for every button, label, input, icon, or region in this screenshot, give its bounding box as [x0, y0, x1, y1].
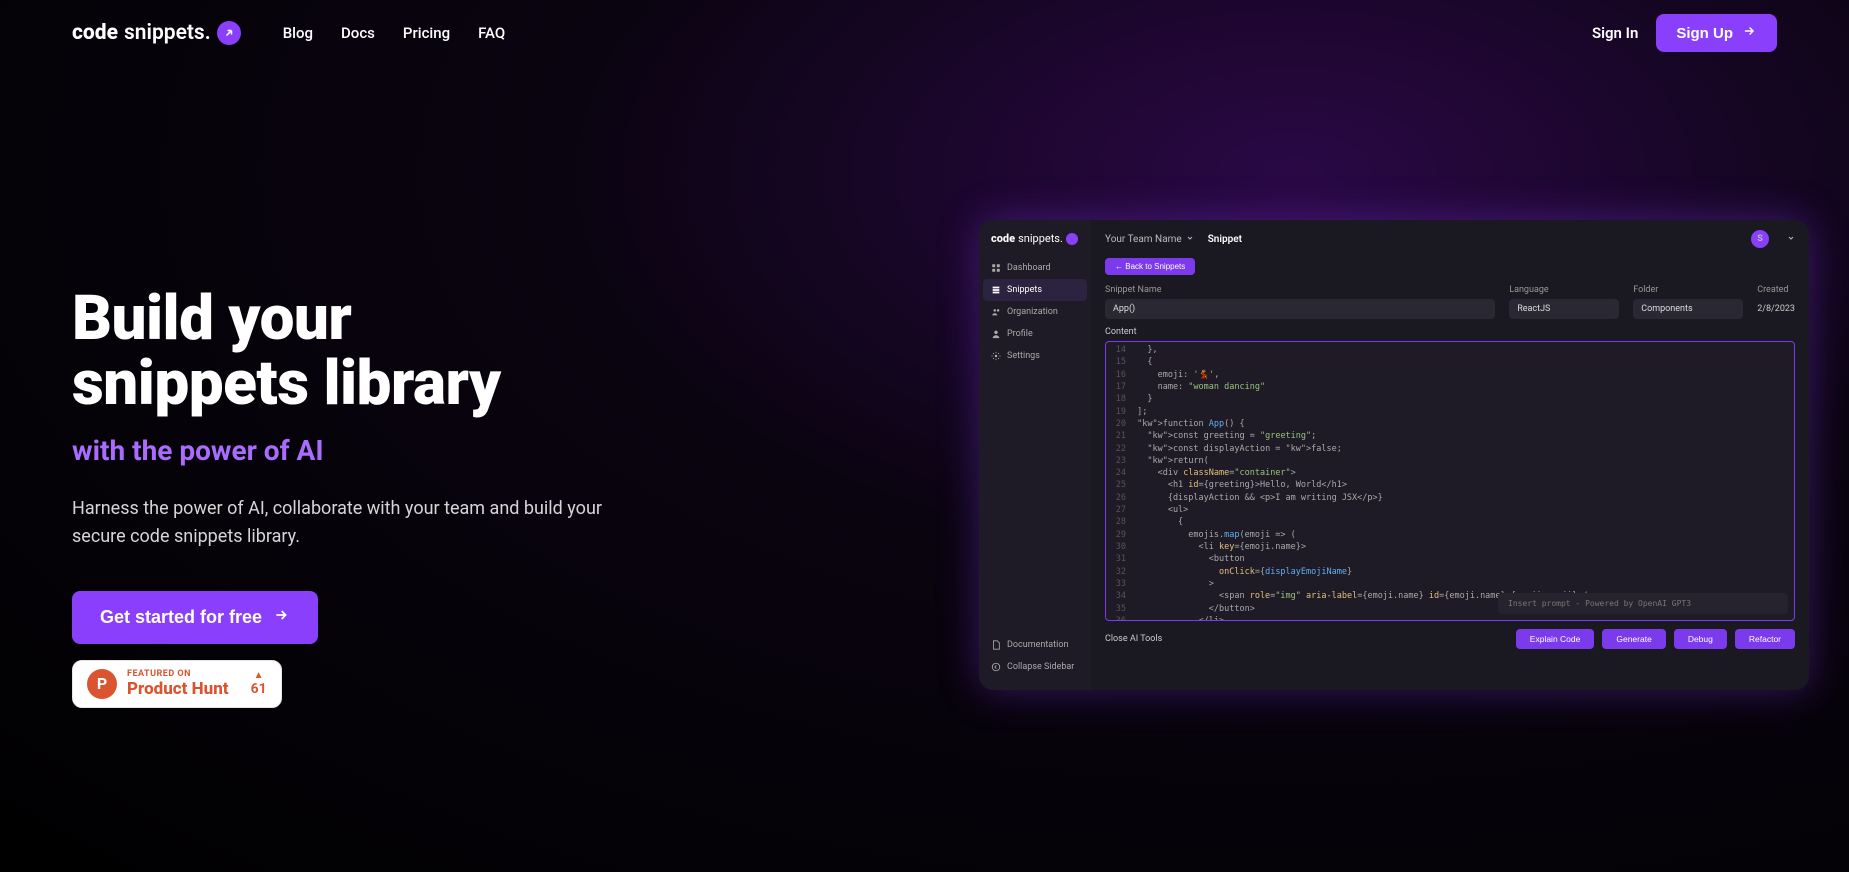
content-label: Content: [1091, 327, 1809, 341]
field-label: Snippet Name: [1105, 285, 1495, 295]
avatar[interactable]: S: [1751, 230, 1769, 248]
cta-label: Get started for free: [100, 607, 262, 628]
gear-icon: [991, 351, 1001, 361]
nav-link-docs[interactable]: Docs: [341, 24, 375, 42]
sidebar-item-organization[interactable]: Organization: [979, 301, 1091, 323]
top-nav: codesnippets. Blog Docs Pricing FAQ Sign…: [0, 0, 1849, 66]
logo-text: snippets.: [124, 21, 211, 45]
hero-title: Build your snippets library: [72, 286, 642, 416]
field-label: Folder: [1633, 285, 1743, 295]
field-folder: Folder Components: [1633, 285, 1743, 319]
field-label: Language: [1509, 285, 1619, 295]
team-dropdown[interactable]: Your Team Name: [1105, 234, 1194, 245]
field-language: Language ReactJS: [1509, 285, 1619, 319]
app-logo-light: snippets.: [1018, 232, 1063, 245]
doc-icon: [991, 640, 1001, 650]
breadcrumb-current: Snippet: [1208, 234, 1242, 245]
snippets-icon: [991, 285, 1001, 295]
nav-link-faq[interactable]: FAQ: [478, 24, 505, 42]
product-hunt-badge[interactable]: P FEATURED ON Product Hunt ▲ 61: [72, 660, 282, 708]
sidebar-item-documentation[interactable]: Documentation: [979, 634, 1091, 656]
back-label: Back to Snippets: [1125, 262, 1185, 271]
ph-vote-count: 61: [251, 681, 267, 697]
created-value: 2/8/2023: [1757, 299, 1795, 314]
signup-label: Sign Up: [1676, 25, 1733, 42]
ph-text: FEATURED ON Product Hunt: [127, 670, 229, 699]
close-ai-tools[interactable]: Close AI Tools: [1105, 634, 1162, 644]
language-select[interactable]: ReactJS: [1509, 299, 1619, 319]
app-preview: codesnippets. Dashboard Snippets Organiz…: [979, 220, 1809, 690]
arrow-right-icon: [1741, 24, 1757, 42]
sidebar-label: Documentation: [1007, 640, 1068, 650]
hero-description: Harness the power of AI, collaborate wit…: [72, 495, 612, 551]
profile-icon: [991, 329, 1001, 339]
logo[interactable]: codesnippets.: [72, 21, 241, 45]
chevron-down-icon: [1186, 234, 1194, 245]
back-row: ← Back to Snippets: [1105, 258, 1795, 275]
sidebar-item-snippets[interactable]: Snippets: [983, 279, 1087, 301]
hero-left: Build your snippets library with the pow…: [72, 126, 642, 708]
sidebar-label: Snippets: [1007, 285, 1042, 295]
logo-badge-icon: [217, 21, 241, 45]
app-sidebar: codesnippets. Dashboard Snippets Organiz…: [979, 220, 1091, 690]
nav-left: codesnippets. Blog Docs Pricing FAQ: [72, 21, 505, 45]
collapse-icon: [991, 662, 1001, 672]
snippet-fields: Snippet Name App() Language ReactJS Fold…: [1091, 281, 1809, 327]
app-main: Your Team Name Snippet S ← Back to Snipp…: [1091, 220, 1809, 690]
ai-generate-button[interactable]: Generate: [1602, 629, 1665, 649]
field-snippet-name: Snippet Name App(): [1105, 285, 1495, 319]
sidebar-item-collapse[interactable]: Collapse Sidebar: [979, 656, 1091, 678]
sidebar-label: Organization: [1007, 307, 1058, 317]
app-logo-bold: code: [991, 232, 1015, 245]
arrow-left-icon: ←: [1115, 262, 1123, 271]
field-created: Created 2/8/2023: [1757, 285, 1795, 319]
sidebar-label: Dashboard: [1007, 263, 1051, 273]
org-icon: [991, 307, 1001, 317]
ai-refactor-button[interactable]: Refactor: [1735, 629, 1795, 649]
hero-title-l2: snippets library: [72, 347, 501, 420]
hero-title-l1: Build your: [72, 282, 351, 355]
nav-right: Sign In Sign Up: [1592, 14, 1777, 52]
cta-button[interactable]: Get started for free: [72, 591, 318, 644]
hero-subtitle: with the power of AI: [72, 434, 642, 467]
nav-links: Blog Docs Pricing FAQ: [283, 24, 506, 42]
code-editor[interactable]: 14 15 16 17 18 19 20 21 22 23 24 25 26 2…: [1105, 341, 1795, 621]
nav-link-pricing[interactable]: Pricing: [403, 24, 450, 42]
sidebar-label: Collapse Sidebar: [1007, 662, 1074, 672]
field-label: Created: [1757, 285, 1795, 295]
triangle-up-icon: ▲: [254, 670, 264, 681]
ai-debug-button[interactable]: Debug: [1674, 629, 1727, 649]
sidebar-bottom: Documentation Collapse Sidebar: [979, 634, 1091, 678]
app-logo-badge-icon: [1066, 233, 1078, 245]
back-button[interactable]: ← Back to Snippets: [1105, 258, 1195, 275]
ai-toolbar: Close AI Tools Explain Code Generate Deb…: [1091, 621, 1809, 657]
sidebar-label: Profile: [1007, 329, 1033, 339]
app-topbar: Your Team Name Snippet S: [1091, 220, 1809, 258]
team-name: Your Team Name: [1105, 234, 1182, 245]
nav-link-blog[interactable]: Blog: [283, 24, 313, 42]
chevron-down-icon[interactable]: [1787, 234, 1795, 245]
editor-gutter: 14 15 16 17 18 19 20 21 22 23 24 25 26 2…: [1106, 342, 1132, 620]
editor-code[interactable]: }, { emoji: '💃', name: "woman dancing" }…: [1132, 342, 1794, 620]
ai-explain-button[interactable]: Explain Code: [1516, 629, 1595, 649]
folder-select[interactable]: Components: [1633, 299, 1743, 319]
signup-button[interactable]: Sign Up: [1656, 14, 1777, 52]
arrow-right-icon: [272, 607, 290, 628]
grid-icon: [991, 263, 1001, 273]
sidebar-item-settings[interactable]: Settings: [979, 345, 1091, 367]
logo-text-bold: code: [72, 21, 118, 45]
ai-prompt-input[interactable]: Insert prompt - Powered by OpenAI GPT3: [1498, 593, 1788, 614]
ph-votes: ▲ 61: [251, 670, 267, 697]
sidebar-item-dashboard[interactable]: Dashboard: [979, 257, 1091, 279]
signin-link[interactable]: Sign In: [1592, 24, 1638, 42]
sidebar-item-profile[interactable]: Profile: [979, 323, 1091, 345]
product-hunt-icon: P: [87, 669, 117, 699]
snippet-name-input[interactable]: App(): [1105, 299, 1495, 319]
sidebar-label: Settings: [1007, 351, 1040, 361]
app-logo[interactable]: codesnippets.: [979, 232, 1091, 257]
ph-name: Product Hunt: [127, 680, 229, 699]
